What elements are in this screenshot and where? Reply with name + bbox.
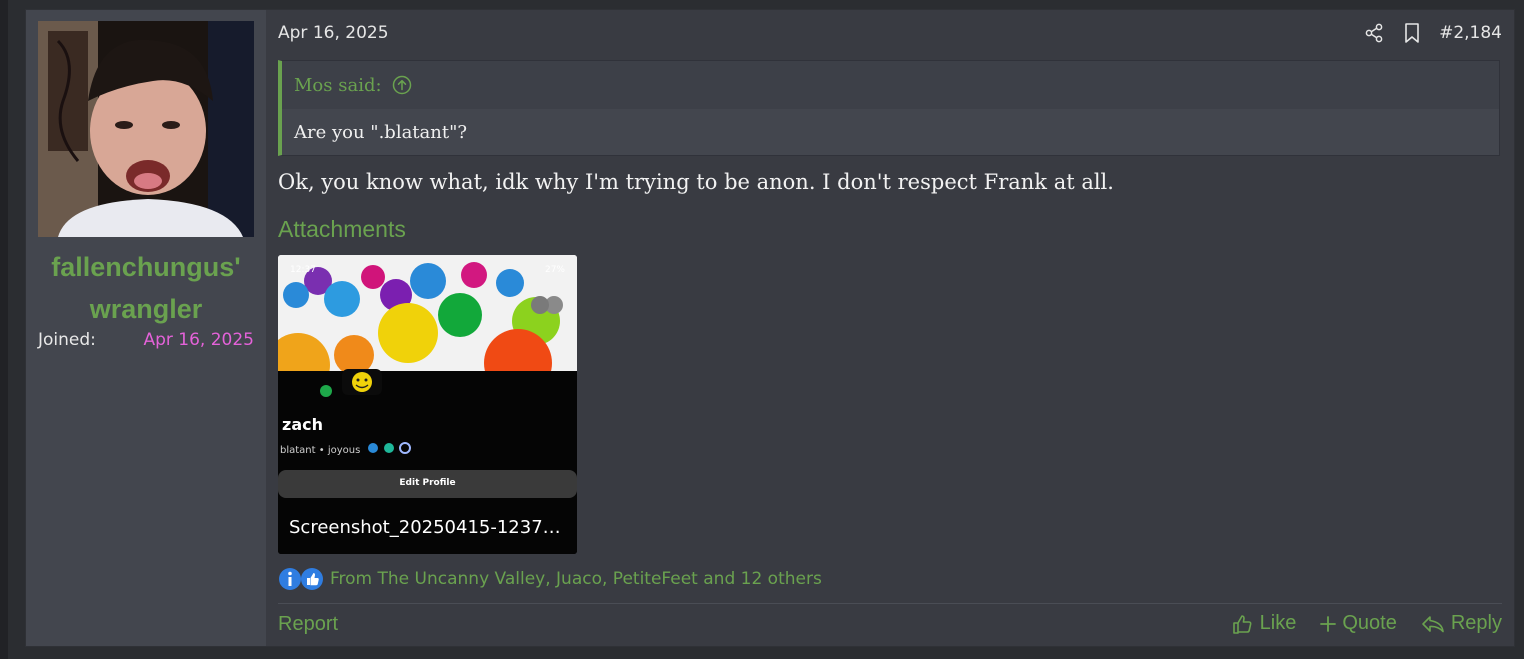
info-reaction-icon bbox=[279, 568, 301, 590]
like-label: Like bbox=[1259, 612, 1297, 634]
reactions-bar[interactable]: From The Uncanny Valley, Juaco, PetiteFe… bbox=[278, 567, 822, 591]
post-footer-actions: Like Quote Reply bbox=[1232, 612, 1502, 635]
user-sidebar: fallenchungus' wrangler Joined: Apr 16, … bbox=[26, 10, 266, 646]
avatar[interactable] bbox=[38, 21, 254, 237]
avatar-image bbox=[38, 21, 254, 237]
reaction-icons bbox=[278, 567, 324, 591]
post-header-actions: #2,184 bbox=[1363, 21, 1502, 45]
joined-label: Joined: bbox=[38, 330, 96, 350]
joined-date: Apr 16, 2025 bbox=[143, 330, 254, 350]
thumbnail-profile-tags: blatant • joyous bbox=[280, 445, 361, 456]
thumbs-up-reaction-icon bbox=[301, 568, 323, 590]
thumbs-up-icon bbox=[1232, 614, 1252, 634]
attachments-heading: Attachments bbox=[278, 216, 406, 242]
quote-header: Mos said: bbox=[282, 61, 1499, 109]
forum-post: fallenchungus' wrangler Joined: Apr 16, … bbox=[26, 10, 1514, 646]
post-date[interactable]: Apr 16, 2025 bbox=[278, 23, 389, 43]
post-number-link[interactable]: #2,184 bbox=[1439, 23, 1502, 43]
username[interactable]: fallenchungus' wrangler bbox=[26, 246, 266, 330]
reply-label: Reply bbox=[1450, 612, 1502, 634]
like-button[interactable]: Like bbox=[1232, 612, 1297, 635]
thumbnail-banner: 12:37 27% bbox=[278, 255, 577, 371]
footer-divider bbox=[278, 603, 1502, 604]
post-message: Ok, you know what, idk why I'm trying to… bbox=[278, 170, 1114, 194]
arrow-up-circle-icon[interactable] bbox=[392, 75, 412, 95]
report-link[interactable]: Report bbox=[278, 613, 338, 636]
post-main: Apr 16, 2025 #2,184 Mos said: Are you ".… bbox=[278, 10, 1502, 646]
quote-text: Are you ".blatant"? bbox=[294, 121, 468, 143]
thumbnail-profile-name: zach bbox=[282, 415, 323, 434]
attachment-filename[interactable]: Screenshot_20250415-12372... bbox=[289, 517, 569, 538]
reply-icon bbox=[1422, 615, 1444, 632]
quote-block: Mos said: Are you ".blatant"? bbox=[278, 60, 1500, 156]
plus-icon bbox=[1320, 615, 1337, 632]
quote-label: Quote bbox=[1342, 612, 1397, 634]
page-edge bbox=[0, 0, 8, 659]
attachment-thumbnail[interactable]: 12:37 27% zach blatant • joyous Edit Pro… bbox=[278, 255, 577, 554]
share-icon[interactable] bbox=[1363, 21, 1385, 45]
thumbnail-edit-button: Edit Profile bbox=[278, 470, 577, 498]
quote-author[interactable]: Mos said: bbox=[294, 75, 382, 96]
status-battery: 27% bbox=[544, 265, 565, 275]
quote-button[interactable]: Quote bbox=[1320, 612, 1397, 635]
bookmark-icon[interactable] bbox=[1401, 21, 1423, 45]
thumbnail-edit-label: Edit Profile bbox=[399, 478, 456, 488]
status-time: 12:37 bbox=[290, 265, 316, 275]
reactions-text[interactable]: From The Uncanny Valley, Juaco, PetiteFe… bbox=[330, 569, 822, 589]
reply-button[interactable]: Reply bbox=[1421, 612, 1502, 635]
